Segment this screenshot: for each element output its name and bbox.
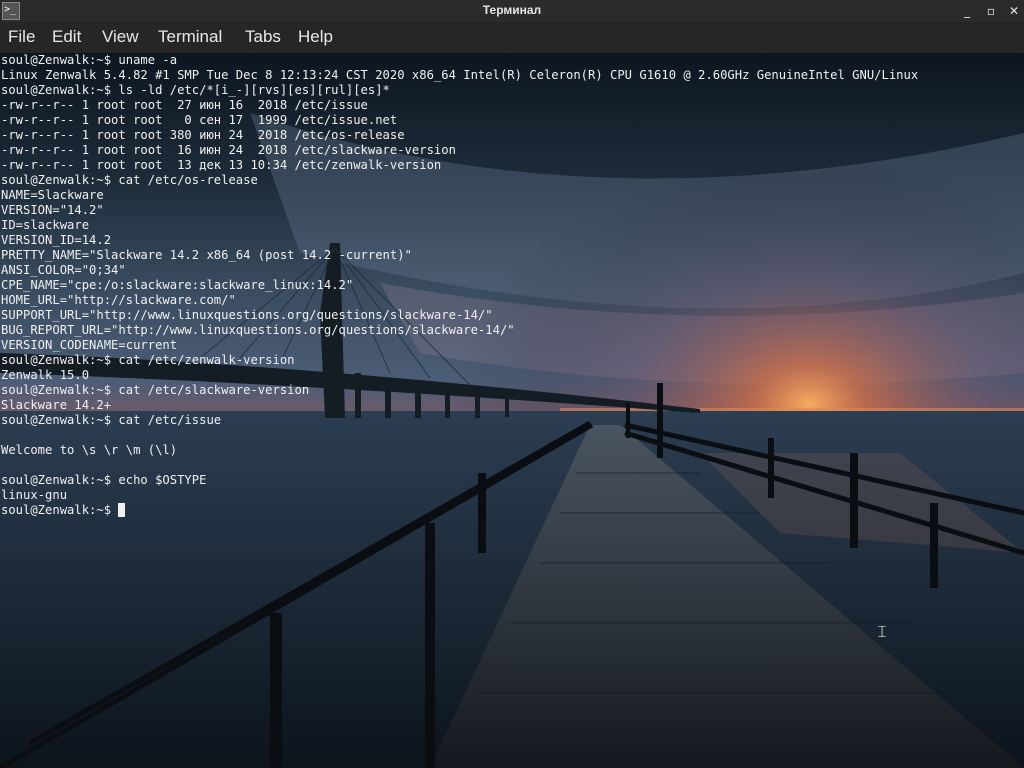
terminal-line: VERSION="14.2" — [1, 203, 104, 217]
minimize-button[interactable]: _ — [959, 3, 975, 19]
terminal-line: soul@Zenwalk:~$ cat /etc/issue — [1, 413, 222, 427]
window-title: Терминал — [482, 3, 542, 17]
close-button[interactable]: ✕ — [1006, 3, 1022, 19]
terminal-area[interactable]: soul@Zenwalk:~$ uname -a Linux Zenwalk 5.… — [0, 53, 1024, 768]
menu-file[interactable]: File — [8, 27, 35, 47]
terminal-line: -rw-r--r-- 1 root root 380 июн 24 2018 /… — [1, 128, 405, 142]
maximize-button[interactable]: ▫ — [983, 3, 999, 19]
menu-view[interactable]: View — [102, 27, 139, 47]
title-bar[interactable]: >_ Терминал _ ▫ ✕ — [0, 0, 1024, 22]
terminal-line: NAME=Slackware — [1, 188, 104, 202]
terminal-line: ID=slackware — [1, 218, 90, 232]
terminal-line: Slackware 14.2+ — [1, 398, 112, 412]
menu-help[interactable]: Help — [298, 27, 333, 47]
terminal-line: soul@Zenwalk:~$ echo $OSTYPE — [1, 473, 207, 487]
terminal-line: soul@Zenwalk:~$ — [1, 503, 918, 518]
menu-terminal[interactable]: Terminal — [158, 27, 222, 47]
terminal-line: -rw-r--r-- 1 root root 16 июн 24 2018 /e… — [1, 143, 456, 157]
terminal-line: soul@Zenwalk:~$ cat /etc/os-release — [1, 173, 258, 187]
terminal-line: soul@Zenwalk:~$ cat /etc/zenwalk-version — [1, 353, 295, 367]
terminal-line: Linux Zenwalk 5.4.82 #1 SMP Tue Dec 8 12… — [1, 68, 919, 82]
terminal-line: linux-gnu — [1, 488, 68, 502]
terminal-line: PRETTY_NAME="Slackware 14.2 x86_64 (post… — [1, 248, 412, 262]
terminal-line: soul@Zenwalk:~$ cat /etc/slackware-versi… — [1, 383, 310, 397]
text-cursor — [118, 503, 126, 517]
terminal-line: SUPPORT_URL="http://www.linuxquestions.o… — [1, 308, 493, 322]
terminal-line: soul@Zenwalk:~$ uname -a — [1, 53, 178, 67]
terminal-line: soul@Zenwalk:~$ ls -ld /etc/*[i_-][rvs][… — [1, 83, 390, 97]
terminal-line: VERSION_ID=14.2 — [1, 233, 112, 247]
terminal-line: Zenwalk 15.0 — [1, 368, 90, 382]
terminal-line: BUG_REPORT_URL="http://www.linuxquestion… — [1, 323, 515, 337]
ibeam-cursor-icon: ⌶ — [877, 622, 887, 641]
terminal-line: -rw-r--r-- 1 root root 13 дек 13 10:34 /… — [1, 158, 442, 172]
terminal-line: CPE_NAME="cpe:/o:slackware:slackware_lin… — [1, 278, 354, 292]
menu-tabs[interactable]: Tabs — [245, 27, 281, 47]
terminal-line: Welcome to \s \r \m (\l) — [1, 443, 178, 457]
terminal-line: HOME_URL="http://slackware.com/" — [1, 293, 236, 307]
terminal-output[interactable]: soul@Zenwalk:~$ uname -a Linux Zenwalk 5.… — [1, 53, 918, 518]
terminal-line: -rw-r--r-- 1 root root 27 июн 16 2018 /e… — [1, 98, 368, 112]
menu-bar: File Edit View Terminal Tabs Help — [0, 22, 1024, 53]
menu-edit[interactable]: Edit — [52, 27, 81, 47]
terminal-line: ANSI_COLOR="0;34" — [1, 263, 126, 277]
terminal-line: VERSION_CODENAME=current — [1, 338, 178, 352]
terminal-line: -rw-r--r-- 1 root root 0 сен 17 1999 /et… — [1, 113, 398, 127]
